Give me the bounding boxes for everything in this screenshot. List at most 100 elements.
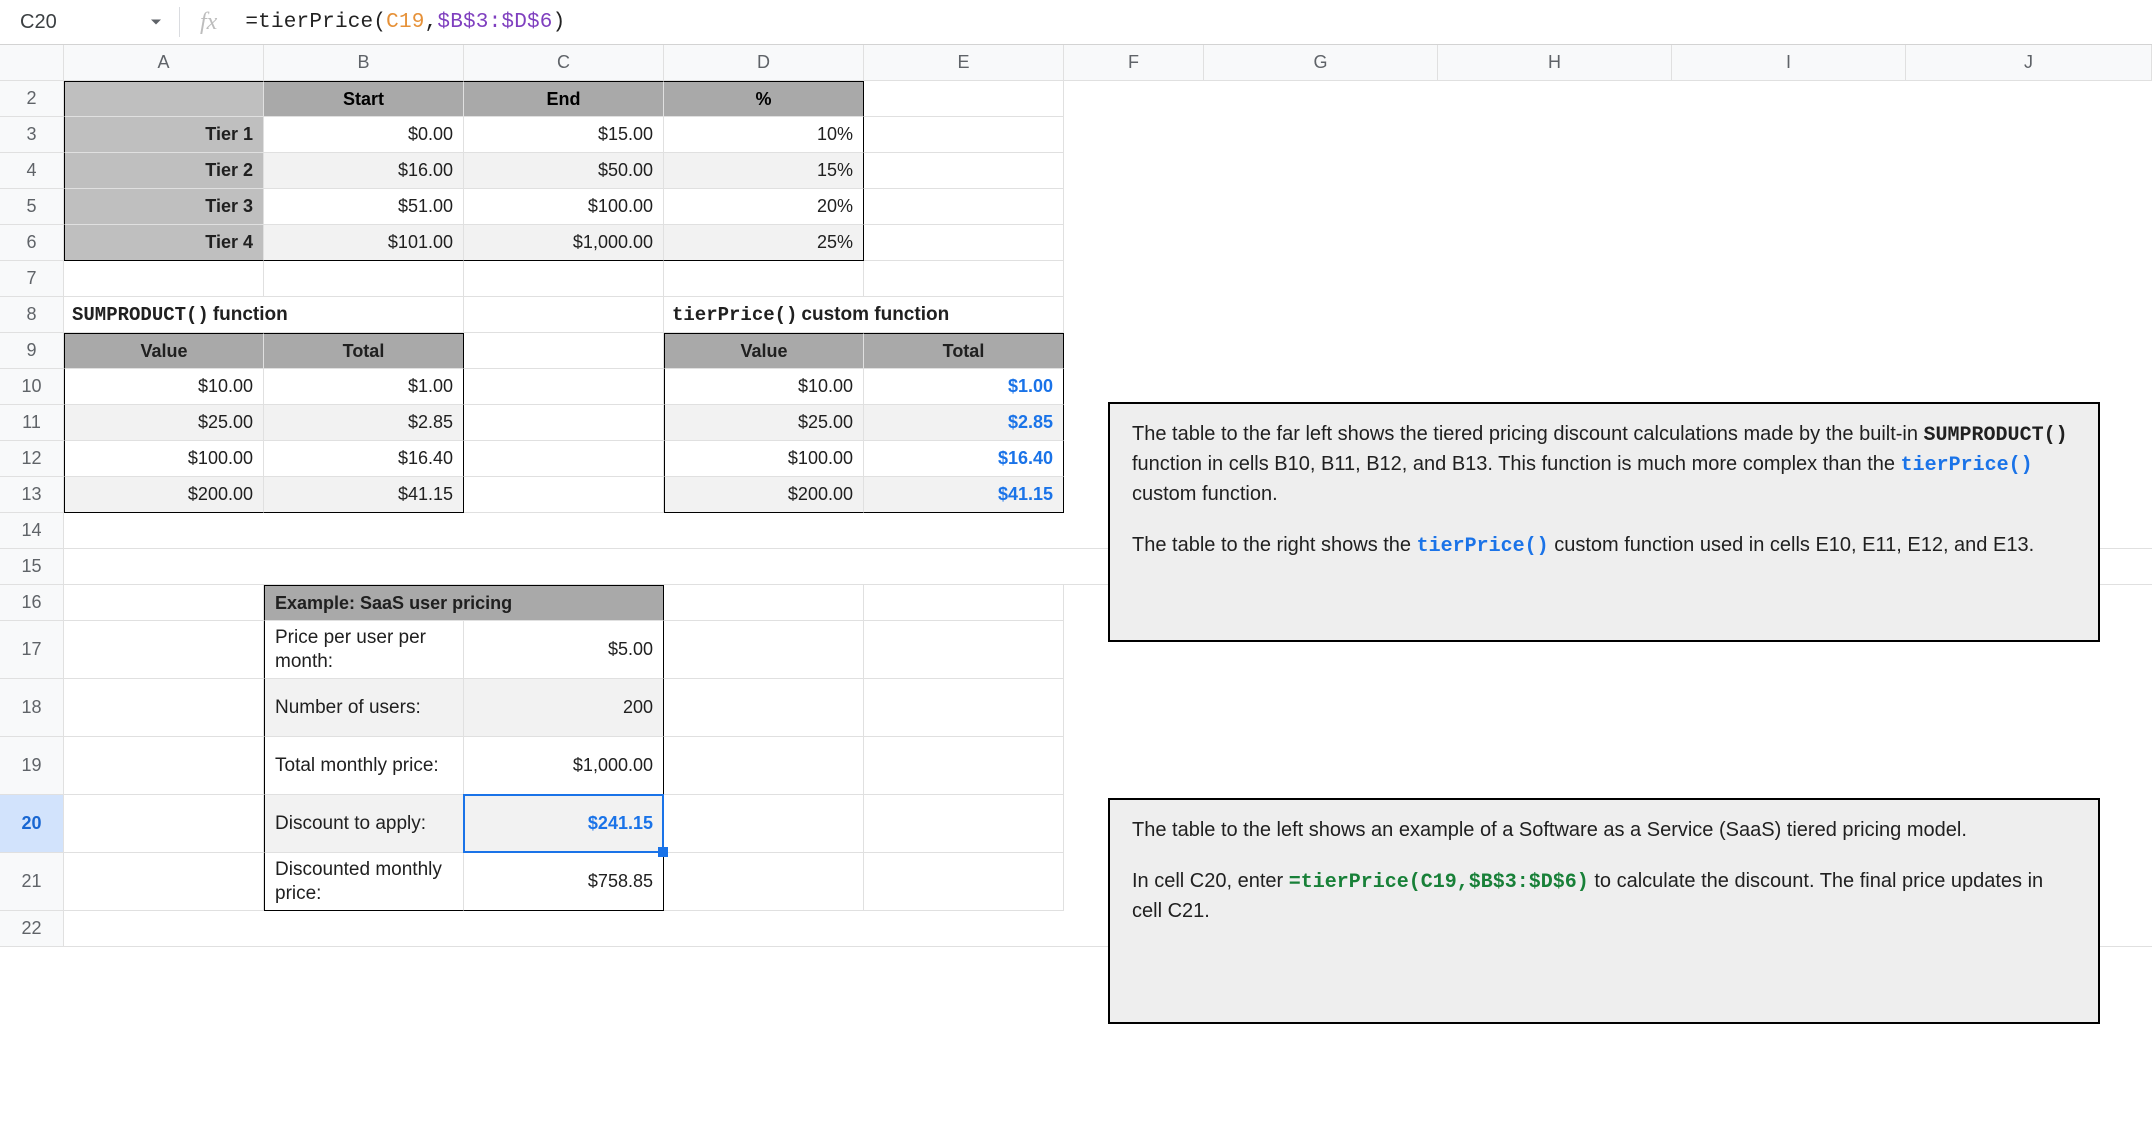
name-box[interactable]: C20 <box>8 3 173 41</box>
tier3-start[interactable]: $51.00 <box>264 189 464 225</box>
cell-E2[interactable] <box>864 81 1064 117</box>
row-header-3[interactable]: 3 <box>0 117 64 153</box>
tier2-name[interactable]: Tier 2 <box>64 153 264 189</box>
cell-C13[interactable] <box>464 477 664 513</box>
left-tot-10[interactable]: $1.00 <box>264 369 464 405</box>
row-header-13[interactable]: 13 <box>0 477 64 513</box>
tier1-name[interactable]: Tier 1 <box>64 117 264 153</box>
row-header-14[interactable]: 14 <box>0 513 64 549</box>
cell-F2[interactable] <box>1064 81 1204 117</box>
cell-D7[interactable] <box>664 261 864 297</box>
tier-end-header[interactable]: End <box>464 81 664 117</box>
cell-G7[interactable] <box>1204 261 1438 297</box>
cell-E18[interactable] <box>864 679 1064 737</box>
cell-H7[interactable] <box>1438 261 1672 297</box>
row-header-20[interactable]: 20 <box>0 795 64 853</box>
cell-E19[interactable] <box>864 737 1064 795</box>
right-val-12[interactable]: $100.00 <box>664 441 864 477</box>
row-header-22[interactable]: 22 <box>0 911 64 947</box>
cell-A16[interactable] <box>64 585 264 621</box>
left-tot-11[interactable]: $2.85 <box>264 405 464 441</box>
tier2-pct[interactable]: 15% <box>664 153 864 189</box>
saas-label-21[interactable]: Discounted monthly price: <box>264 853 464 911</box>
saas-value-20[interactable]: $241.15 <box>464 795 664 853</box>
cell-G9[interactable] <box>1204 333 1438 369</box>
cell-C8[interactable] <box>464 297 664 333</box>
cell-D20[interactable] <box>664 795 864 853</box>
tier4-end[interactable]: $1,000.00 <box>464 225 664 261</box>
col-header-C[interactable]: C <box>464 45 664 81</box>
cell-H5[interactable] <box>1438 189 1672 225</box>
row-header-4[interactable]: 4 <box>0 153 64 189</box>
right-tot-13[interactable]: $41.15 <box>864 477 1064 513</box>
col-header-E[interactable]: E <box>864 45 1064 81</box>
cell-C7[interactable] <box>464 261 664 297</box>
right-val-13[interactable]: $200.00 <box>664 477 864 513</box>
cell-E7[interactable] <box>864 261 1064 297</box>
tier1-start[interactable]: $0.00 <box>264 117 464 153</box>
cell-H8[interactable] <box>1438 297 1672 333</box>
row-header-11[interactable]: 11 <box>0 405 64 441</box>
right-tot-10[interactable]: $1.00 <box>864 369 1064 405</box>
col-header-D[interactable]: D <box>664 45 864 81</box>
cell-I2[interactable] <box>1672 81 1906 117</box>
cell-F18plus[interactable] <box>1064 679 2152 737</box>
row-header-6[interactable]: 6 <box>0 225 64 261</box>
cell-I10[interactable] <box>1672 369 1906 405</box>
sumproduct-title[interactable]: SUMPRODUCT() function <box>64 297 464 333</box>
cell-C10[interactable] <box>464 369 664 405</box>
cell-H10[interactable] <box>1438 369 1672 405</box>
cell-D19[interactable] <box>664 737 864 795</box>
right-val-11[interactable]: $25.00 <box>664 405 864 441</box>
cell-D16[interactable] <box>664 585 864 621</box>
cell-J5[interactable] <box>1906 189 2152 225</box>
cell-E16[interactable] <box>864 585 1064 621</box>
row-header-19[interactable]: 19 <box>0 737 64 795</box>
saas-label-18[interactable]: Number of users: <box>264 679 464 737</box>
saas-label-17[interactable]: Price per user per month: <box>264 621 464 679</box>
cell-F9[interactable] <box>1064 333 1204 369</box>
left-total-header[interactable]: Total <box>264 333 464 369</box>
col-header-H[interactable]: H <box>1438 45 1672 81</box>
cell-F7[interactable] <box>1064 261 1204 297</box>
left-val-12[interactable]: $100.00 <box>64 441 264 477</box>
col-header-A[interactable]: A <box>64 45 264 81</box>
cell-J9[interactable] <box>1906 333 2152 369</box>
cell-I3[interactable] <box>1672 117 1906 153</box>
tier2-end[interactable]: $50.00 <box>464 153 664 189</box>
tier4-name[interactable]: Tier 4 <box>64 225 264 261</box>
tier1-end[interactable]: $15.00 <box>464 117 664 153</box>
cell-I5[interactable] <box>1672 189 1906 225</box>
row-header-18[interactable]: 18 <box>0 679 64 737</box>
cell-C9[interactable] <box>464 333 664 369</box>
tier3-name[interactable]: Tier 3 <box>64 189 264 225</box>
col-header-J[interactable]: J <box>1906 45 2152 81</box>
cell-J6[interactable] <box>1906 225 2152 261</box>
cell-J2[interactable] <box>1906 81 2152 117</box>
row-header-12[interactable]: 12 <box>0 441 64 477</box>
tier-pct-header[interactable]: % <box>664 81 864 117</box>
right-value-header[interactable]: Value <box>664 333 864 369</box>
saas-label-19[interactable]: Total monthly price: <box>264 737 464 795</box>
cell-G10[interactable] <box>1204 369 1438 405</box>
col-header-G[interactable]: G <box>1204 45 1438 81</box>
cell-E6[interactable] <box>864 225 1064 261</box>
row-header-17[interactable]: 17 <box>0 621 64 679</box>
cell-H3[interactable] <box>1438 117 1672 153</box>
cell-G4[interactable] <box>1204 153 1438 189</box>
row-header-9[interactable]: 9 <box>0 333 64 369</box>
row-header-16[interactable]: 16 <box>0 585 64 621</box>
cell-E21[interactable] <box>864 853 1064 911</box>
cell-J10[interactable] <box>1906 369 2152 405</box>
cell-C11[interactable] <box>464 405 664 441</box>
tierprice-title[interactable]: tierPrice() custom function <box>664 297 1064 333</box>
left-val-10[interactable]: $10.00 <box>64 369 264 405</box>
cell-A7[interactable] <box>64 261 264 297</box>
saas-value-17[interactable]: $5.00 <box>464 621 664 679</box>
cell-G8[interactable] <box>1204 297 1438 333</box>
cell-I8[interactable] <box>1672 297 1906 333</box>
tier-name-header[interactable] <box>64 81 264 117</box>
cell-F10[interactable] <box>1064 369 1204 405</box>
row-header-10[interactable]: 10 <box>0 369 64 405</box>
tier1-pct[interactable]: 10% <box>664 117 864 153</box>
